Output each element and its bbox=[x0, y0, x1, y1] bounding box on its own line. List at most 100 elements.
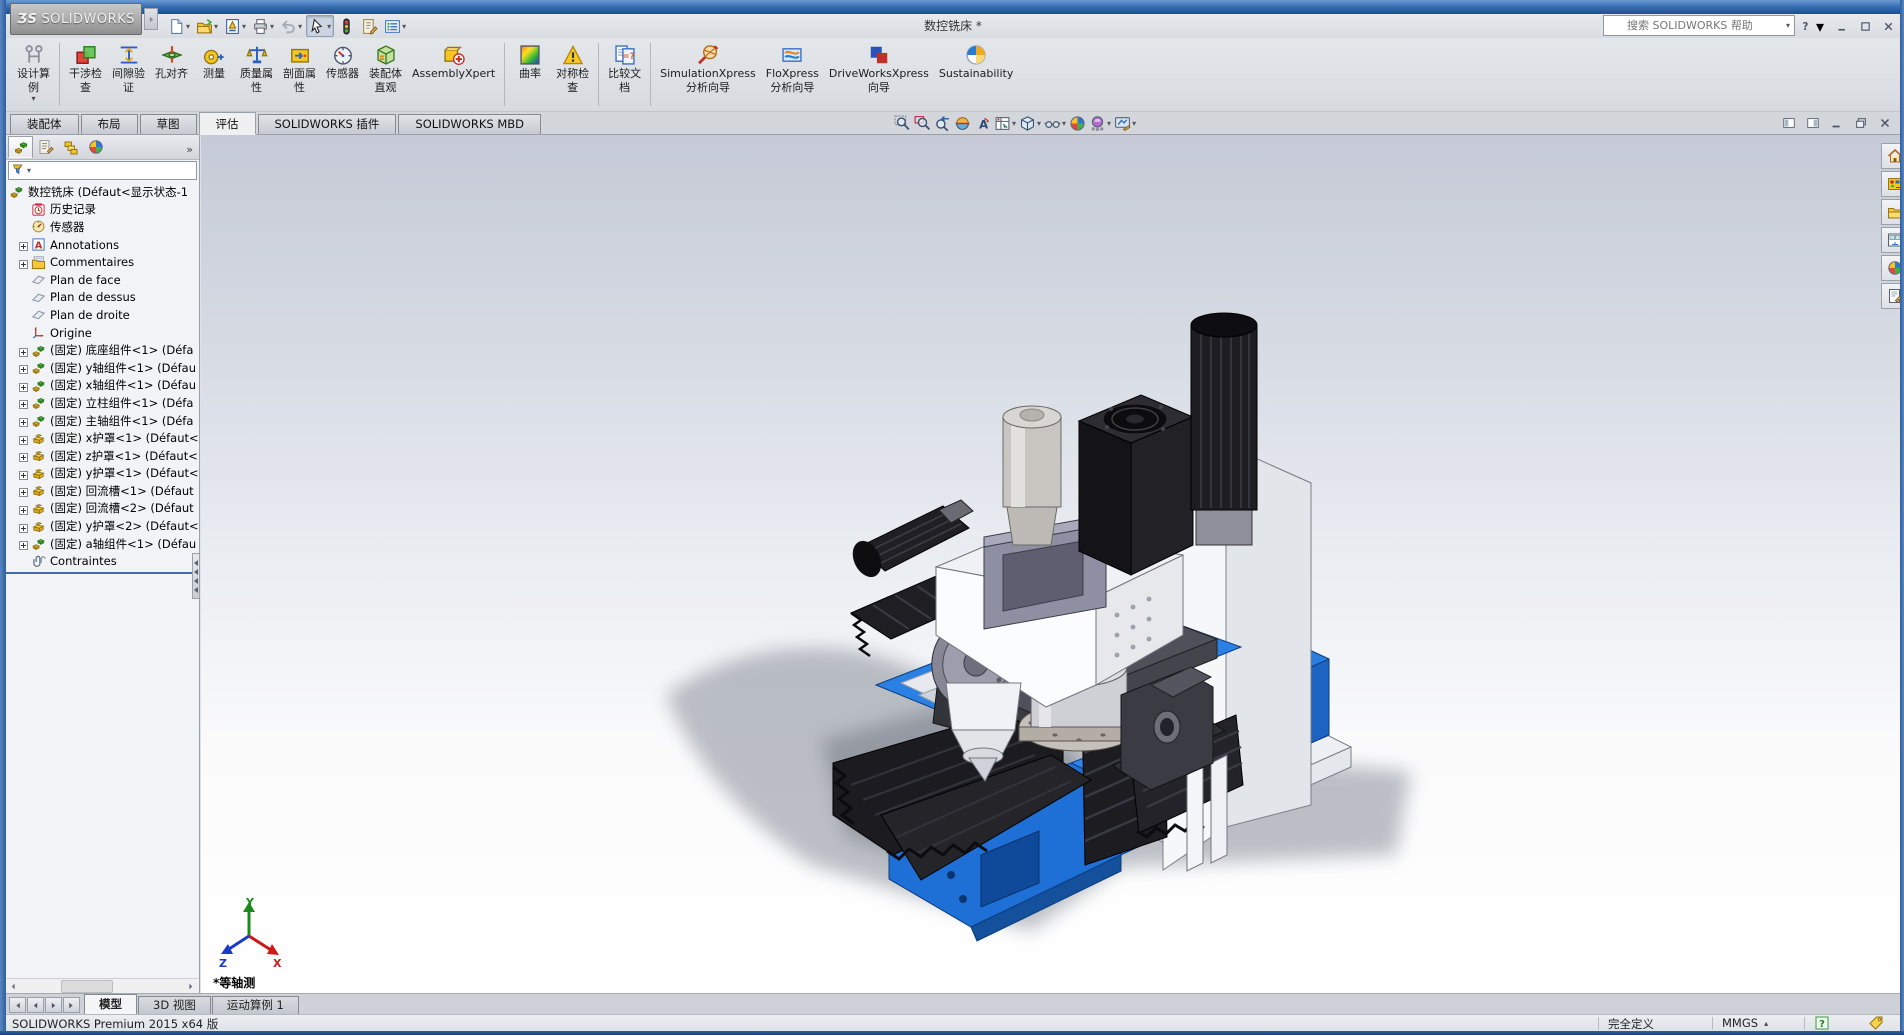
view-orientation-button[interactable]: ▾ bbox=[993, 113, 1017, 134]
view-settings-button[interactable]: ▾ bbox=[1113, 113, 1137, 134]
tree-item[interactable]: A Annotations bbox=[6, 236, 199, 254]
first-tab-button[interactable] bbox=[9, 997, 26, 1013]
status-tag-icon[interactable] bbox=[1868, 1015, 1885, 1031]
curvature-button[interactable]: 曲率 bbox=[509, 40, 551, 108]
custom-properties-tab[interactable] bbox=[1881, 283, 1900, 309]
tree-item[interactable]: Plan de droite bbox=[6, 306, 199, 324]
tile-right-button[interactable] bbox=[1804, 114, 1822, 131]
bottom-tab-模型[interactable]: 模型 bbox=[84, 994, 137, 1014]
display-style-button[interactable]: ▾ bbox=[1018, 113, 1042, 134]
tree-item[interactable]: 数控铣床 (Défaut<显示状态-1 bbox=[6, 183, 199, 201]
expand-icon[interactable] bbox=[19, 434, 28, 445]
expand-icon[interactable] bbox=[19, 504, 28, 515]
view-palette-tab[interactable] bbox=[1881, 227, 1900, 253]
help-button[interactable]: ? bbox=[1796, 16, 1816, 36]
displaymanager-tab[interactable] bbox=[83, 136, 108, 158]
expand-icon[interactable] bbox=[19, 381, 28, 392]
dropdown-arrow-icon[interactable]: ▾ bbox=[298, 22, 302, 31]
simulationxpress-button[interactable]: SimulationXpress 分析向导 bbox=[655, 40, 761, 108]
tree-item[interactable]: (固定) y护罩<1> (Défaut< bbox=[6, 465, 199, 483]
expand-icon[interactable] bbox=[19, 522, 28, 533]
tab-装配体[interactable]: 装配体 bbox=[10, 114, 79, 134]
expand-icon[interactable] bbox=[19, 451, 28, 463]
prev-tab-button[interactable] bbox=[27, 997, 44, 1013]
dropdown-arrow-icon[interactable]: ▾ bbox=[1062, 119, 1066, 128]
expand-icon[interactable] bbox=[19, 363, 28, 375]
expand-icon[interactable] bbox=[19, 486, 28, 498]
search-icon[interactable] bbox=[1767, 18, 1782, 33]
tab-SOLIDWORKS MBD[interactable]: SOLIDWORKS MBD bbox=[398, 114, 542, 134]
next-tab-button[interactable] bbox=[45, 997, 62, 1013]
symmetry-check-button[interactable]: 对称检查 bbox=[551, 40, 594, 108]
menu-flyout-button[interactable] bbox=[144, 8, 158, 30]
tree-filter[interactable]: ▾ bbox=[8, 161, 197, 180]
open-document-button[interactable]: ▾ bbox=[194, 15, 220, 37]
scroll-left-button[interactable] bbox=[6, 978, 21, 994]
dropdown-arrow-icon[interactable]: ▾ bbox=[1012, 119, 1016, 128]
hide-show-items-button[interactable]: ▾ bbox=[1043, 113, 1067, 134]
tree-item[interactable]: (固定) x护罩<1> (Défaut< bbox=[6, 429, 199, 447]
close-button[interactable] bbox=[1878, 16, 1898, 36]
featuremanager-tab[interactable] bbox=[8, 136, 33, 158]
dropdown-arrow-icon[interactable]: ▾ bbox=[186, 22, 190, 31]
graphics-viewport[interactable]: Y X Z *等轴测 bbox=[201, 135, 1900, 993]
driveworksxpress-button[interactable]: DriveWorksXpress 向导 bbox=[824, 40, 934, 108]
units-dropdown-arrow[interactable]: ▴ bbox=[1764, 1019, 1768, 1028]
tree-item[interactable]: Plan de dessus bbox=[6, 289, 199, 307]
section-view-button[interactable] bbox=[953, 113, 972, 134]
panel-more-chevron[interactable]: » bbox=[186, 143, 197, 158]
dropdown-arrow-icon[interactable]: ▾ bbox=[1037, 119, 1041, 128]
sensors-button[interactable]: 传感器 bbox=[321, 40, 364, 108]
tree-item[interactable]: (固定) 回流槽<2> (Défaut bbox=[6, 500, 199, 518]
dropdown-arrow-icon[interactable]: ▾ bbox=[327, 22, 331, 31]
section-properties-button[interactable]: 剖面属性 bbox=[278, 40, 321, 108]
tab-草图[interactable]: 草图 bbox=[139, 114, 197, 134]
zoom-to-fit-button[interactable] bbox=[893, 113, 912, 134]
filter-dropdown-arrow[interactable]: ▾ bbox=[27, 166, 31, 175]
tile-left-button[interactable] bbox=[1780, 114, 1798, 131]
tree-item[interactable]: (固定) z护罩<1> (Défaut< bbox=[6, 447, 199, 465]
solidworks-resources-tab[interactable] bbox=[1881, 143, 1900, 169]
dropdown-arrow-icon[interactable]: ▾ bbox=[242, 22, 246, 31]
options-button[interactable]: ▾ bbox=[382, 15, 408, 37]
tree-horizontal-scrollbar[interactable] bbox=[6, 978, 198, 994]
design-study-button[interactable]: 设计算例 ▾ bbox=[12, 40, 55, 108]
assemblyxpert-button[interactable]: AssemblyXpert bbox=[407, 40, 500, 108]
scrollbar-thumb[interactable] bbox=[61, 979, 113, 993]
apply-scene-button[interactable]: ▾ bbox=[1088, 113, 1112, 134]
print-button[interactable]: ▾ bbox=[250, 15, 276, 37]
tree-item[interactable]: Commentaires bbox=[6, 253, 199, 271]
tree-item[interactable]: (固定) 底座组件<1> (Défa bbox=[6, 341, 199, 359]
dropdown-arrow-icon[interactable]: ▾ bbox=[1107, 119, 1111, 128]
new-document-button[interactable]: ▾ bbox=[166, 15, 192, 37]
expand-icon[interactable] bbox=[19, 539, 28, 551]
tree-item[interactable]: (固定) y护罩<2> (Défaut< bbox=[6, 517, 199, 535]
tree-item[interactable]: (固定) 立柱组件<1> (Défa bbox=[6, 394, 199, 412]
interference-detection-button[interactable]: 干涉检查 bbox=[64, 40, 107, 108]
bottom-tab-3D 视图[interactable]: 3D 视图 bbox=[138, 996, 211, 1014]
tab-布局[interactable]: 布局 bbox=[80, 114, 138, 134]
tree-item[interactable]: 传感器 bbox=[6, 218, 199, 236]
expand-icon[interactable] bbox=[19, 469, 28, 480]
expand-icon[interactable] bbox=[19, 416, 28, 428]
dropdown-arrow-icon[interactable]: ▾ bbox=[1132, 119, 1136, 128]
solidworks-logo[interactable]: ƷS SOLIDWORKS bbox=[10, 3, 142, 35]
status-units-selector[interactable]: MMGS ▴ bbox=[1722, 1016, 1768, 1030]
tree-item[interactable]: (固定) a轴组件<1> (Défau bbox=[6, 535, 199, 553]
tab-SOLIDWORKS 插件[interactable]: SOLIDWORKS 插件 bbox=[257, 114, 397, 134]
dropdown-arrow-icon[interactable]: ▾ bbox=[214, 22, 218, 31]
hole-alignment-button[interactable]: 孔对齐 bbox=[150, 40, 193, 108]
tree-item[interactable]: Plan de face bbox=[6, 271, 199, 289]
tree-item[interactable]: (固定) 主轴组件<1> (Défa bbox=[6, 412, 199, 430]
search-dropdown-arrow[interactable]: ▾ bbox=[1786, 21, 1790, 30]
configurationmanager-tab[interactable] bbox=[58, 136, 83, 158]
status-help-icon[interactable]: ? bbox=[1814, 1015, 1831, 1031]
tree-item[interactable]: 历史记录 bbox=[6, 201, 199, 219]
expand-icon[interactable] bbox=[19, 346, 28, 357]
rebuild-button[interactable] bbox=[336, 15, 357, 37]
doc-minimize-button[interactable] bbox=[1828, 114, 1846, 131]
help-dropdown-arrow[interactable]: ▾ bbox=[1816, 17, 1824, 36]
annotation-views-button[interactable]: A bbox=[973, 113, 992, 134]
previous-view-button[interactable] bbox=[933, 113, 952, 134]
publish-edrawings-button[interactable]: ▾ bbox=[222, 15, 248, 37]
